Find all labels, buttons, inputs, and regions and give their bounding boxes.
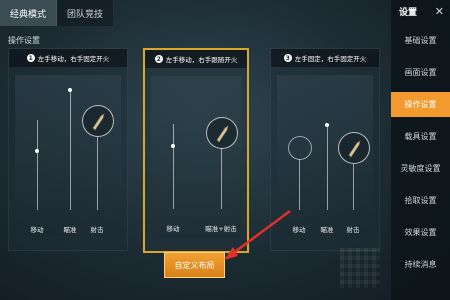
fire-button-icon: [338, 132, 370, 164]
aim-line: [70, 90, 71, 210]
number-badge-icon: 1: [26, 54, 35, 62]
mode-tabs: 经典模式 团队竞技: [0, 0, 114, 26]
sidebar-item-pickup[interactable]: 拾取设置: [391, 188, 450, 213]
close-icon[interactable]: ✕: [435, 5, 444, 18]
aim-dot: [68, 88, 72, 92]
scheme-3-title: 左手固定，右手固定开火: [294, 55, 367, 63]
sidebar-item-effects[interactable]: 效果设置: [391, 220, 450, 245]
number-badge-icon: 3: [283, 54, 292, 62]
settings-sidebar: 设置 ✕ 基础设置 画面设置 操作设置 载具设置 灵敏度设置 拾取设置 效果设置…: [391, 0, 450, 300]
scheme-1-header: 1 左手移动，右手固定开火: [9, 49, 127, 67]
scheme-2-label-aim-fire: 瞄准+射击: [205, 225, 237, 233]
move-line: [299, 159, 300, 210]
sidebar-item-graphics[interactable]: 画面设置: [391, 60, 450, 85]
scheme-1-title: 左手移动，右手固定开火: [37, 55, 110, 63]
scheme-3-header: 3 左手固定，右手固定开火: [271, 49, 379, 67]
scheme-3-label-fire: 射击: [346, 226, 360, 234]
scheme-1-label-aim: 瞄准: [63, 226, 77, 234]
move-line: [173, 124, 174, 209]
aim-line: [327, 125, 328, 210]
scheme-3-preview: [277, 75, 373, 236]
number-badge-icon: 2: [154, 55, 163, 63]
sidebar-item-controls[interactable]: 操作设置: [391, 92, 450, 117]
scheme-3-label-move: 移动: [292, 226, 306, 234]
move-joystick-dot: [171, 144, 175, 148]
sidebar-item-sensitivity[interactable]: 灵敏度设置: [391, 156, 450, 181]
sidebar-header: 设置 ✕: [391, 0, 450, 22]
control-scheme-2[interactable]: 2 左手移动，右手跟随开火 移动 瞄准+射击: [143, 48, 249, 253]
move-line: [37, 120, 38, 210]
scheme-1-preview: [15, 75, 121, 236]
scheme-1-label-fire: 射击: [90, 226, 104, 234]
aim-dot: [325, 123, 329, 127]
scheme-2-preview: [151, 76, 241, 237]
aim-fire-line: [221, 148, 222, 209]
fire-line: [353, 164, 354, 210]
bullet-icon: [92, 113, 105, 131]
custom-layout-button[interactable]: 自定义布局: [164, 252, 225, 278]
scheme-1-label-move: 移动: [30, 226, 44, 234]
bullet-icon: [348, 140, 361, 158]
scheme-2-label-move: 移动: [166, 225, 180, 233]
aim-fire-button-icon: [206, 117, 238, 149]
sidebar-item-vehicle[interactable]: 载具设置: [391, 124, 450, 149]
move-joystick-ring-icon: [288, 136, 312, 160]
pixelated-watermark: [340, 248, 380, 288]
control-scheme-3[interactable]: 3 左手固定，右手固定开火 移动 瞄准 射击: [270, 48, 380, 251]
scheme-3-label-aim: 瞄准: [320, 226, 334, 234]
sidebar-item-messages[interactable]: 持续消息: [391, 252, 450, 277]
scheme-2-header: 2 左手移动，右手跟随开火: [145, 50, 247, 68]
section-title: 操作设置: [8, 36, 40, 45]
tab-classic-mode[interactable]: 经典模式: [0, 0, 57, 26]
tab-team-deathmatch[interactable]: 团队竞技: [57, 0, 114, 26]
bullet-icon: [216, 125, 229, 143]
scheme-2-title: 左手移动，右手跟随开火: [165, 56, 238, 64]
sidebar-title: 设置: [399, 7, 418, 18]
sidebar-item-basic[interactable]: 基础设置: [391, 28, 450, 53]
fire-button-icon: [82, 105, 114, 137]
control-scheme-1[interactable]: 1 左手移动，右手固定开火 移动 瞄准 射击: [8, 48, 128, 251]
move-joystick-dot: [35, 149, 39, 153]
fire-line: [97, 137, 98, 210]
